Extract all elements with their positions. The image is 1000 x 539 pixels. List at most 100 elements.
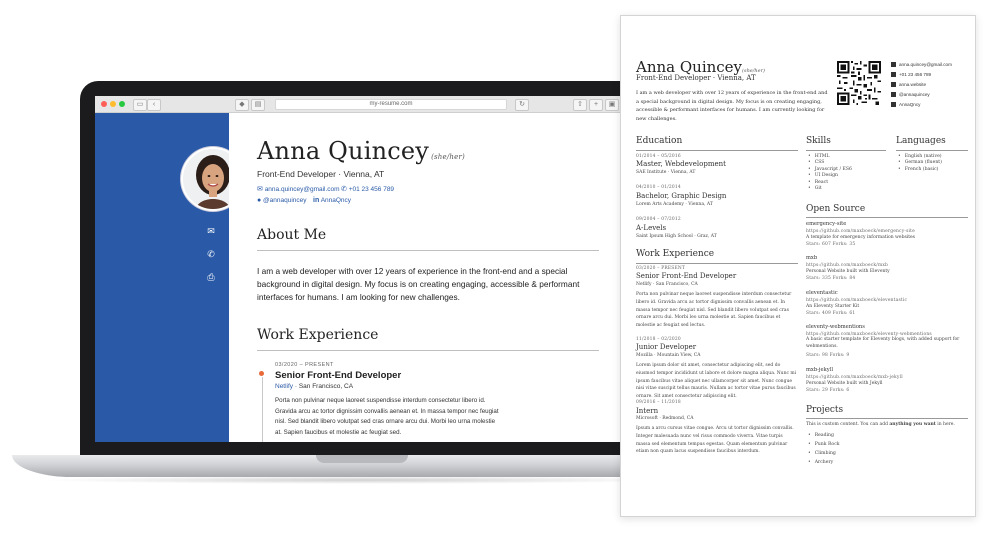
skills-list: HTML CSS Javascript / ES6 UI Design Reac… <box>808 154 852 192</box>
projects-heading: Projects <box>806 405 844 415</box>
list-item: French (basic) <box>898 167 942 173</box>
repo-name: mxb <box>806 255 818 261</box>
contact-text: AnnaQncy <box>899 102 921 107</box>
education-date: 01/2014 – 05/2016 <box>636 154 681 159</box>
repo-name: emergency-site <box>806 221 847 227</box>
mail-icon: ✉ <box>257 186 263 193</box>
divider <box>636 150 798 151</box>
resume-role: Front-End Developer · Vienna, AT <box>636 74 756 82</box>
education-date: 09/2004 – 07/2012 <box>636 217 681 222</box>
new-tab-icon[interactable]: + <box>589 99 603 111</box>
education-place: Lorem Arts Academy · Vienna, AT <box>636 202 713 207</box>
phone-icon <box>891 72 896 78</box>
contact-text: anna.quincey@gmail.com <box>899 62 952 67</box>
about-heading: About Me <box>257 227 327 243</box>
repo-description: A template for emergency information web… <box>806 235 915 240</box>
qr-code <box>837 61 881 105</box>
mail-icon <box>891 62 896 68</box>
address-bar[interactable]: my-resume.com <box>275 99 507 110</box>
contact-github: @annaquincey <box>891 92 930 98</box>
intro-emphasis: anything you want <box>889 422 936 427</box>
projects-list: Reading Punk Rock Climbing Archery <box>808 431 840 467</box>
contact-website: anna.website <box>891 82 927 88</box>
divider <box>257 250 599 251</box>
tab-overview-icon[interactable]: ▤ <box>251 99 265 111</box>
list-item: German (fluent) <box>898 160 942 166</box>
name-text: Anna Quincey <box>257 137 430 165</box>
back-button[interactable]: ‹ <box>147 99 161 111</box>
contact-phone: +01 23 456 789 <box>891 72 931 78</box>
job-company: Netlify · San Francisco, CA <box>275 383 353 390</box>
work-heading: Work Experience <box>636 249 715 259</box>
education-heading: Education <box>636 136 683 146</box>
list-item: Git <box>808 186 852 192</box>
phone-icon[interactable]: ✆ <box>206 249 216 259</box>
email-link[interactable]: ✉ anna.quincey@gmail.com <box>257 185 340 193</box>
repo-stats: Stars: 98 Forks: 9 <box>806 353 850 358</box>
repo-description: Personal Website built with Eleventy <box>806 269 890 274</box>
list-item: Archery <box>808 458 840 467</box>
linkedin-icon: in <box>313 197 320 204</box>
repo-url: https://github.com/maxboeck/eleventastic <box>806 298 908 303</box>
company-link[interactable]: Netlify <box>275 383 293 390</box>
work-place: Microsoft · Redmond, CA <box>636 416 694 421</box>
contact-linkedin: AnnaQncy <box>891 102 921 108</box>
opensource-heading: Open Source <box>806 204 866 214</box>
github-icon: ● <box>257 197 262 204</box>
divider <box>896 150 968 151</box>
repo-stats: Stars: 335 Forks: 84 <box>806 276 856 281</box>
divider <box>806 418 968 419</box>
repo-stats: Stars: 607 Forks: 35 <box>806 242 856 247</box>
shield-icon[interactable]: ◆ <box>235 99 249 111</box>
work-description: Ipsum a arcu cursus vitae congue. Arcu u… <box>636 426 794 455</box>
mail-icon[interactable]: ✉ <box>206 226 216 236</box>
projects-intro: This is custom content. You can add anyt… <box>806 422 955 427</box>
languages-list: English (native) German (fluent) French … <box>898 154 942 173</box>
work-place: Mozilla · Mountain View, CA <box>636 353 701 358</box>
sidebar-toggle-button[interactable]: ▭ <box>133 99 147 111</box>
site-sidebar: ✉ ✆ ⎙ <box>95 113 245 442</box>
work-title: Junior Developer <box>636 343 697 351</box>
contact-email: anna.quincey@gmail.com <box>891 62 952 68</box>
share-icon[interactable]: ⇧ <box>573 99 587 111</box>
contact-text: anna.website <box>899 82 927 87</box>
job-location: · San Francisco, CA <box>294 383 354 390</box>
print-icon[interactable]: ⎙ <box>206 272 216 282</box>
repo-description: A basic starter template for Eleventy bl… <box>806 337 960 349</box>
tabs-icon[interactable]: ▣ <box>605 99 619 111</box>
divider <box>806 150 886 151</box>
laptop-shadow <box>40 476 680 484</box>
work-description: Lorem ipsum dolor sit amet, consectetur … <box>636 363 797 400</box>
close-window-icon[interactable] <box>101 101 107 107</box>
timeline-marker <box>259 371 264 376</box>
about-text: I am a web developer with over 12 years … <box>257 266 580 302</box>
job-description: Porta non pulvinar neque laoreet suspend… <box>275 397 499 436</box>
list-item: Punk Rock <box>808 440 840 449</box>
github-text: @annaquincey <box>263 197 307 204</box>
timeline-line <box>262 377 263 442</box>
repo-description: Personal Website built with Jekyll <box>806 381 883 386</box>
reload-icon[interactable]: ↻ <box>515 99 529 111</box>
repo-url: https://github.com/maxboeck/emergency-si… <box>806 229 915 234</box>
github-link[interactable]: ● @annaquincey <box>257 197 307 204</box>
contact-text: @annaquincey <box>899 92 930 97</box>
divider <box>636 263 798 264</box>
linkedin-text: AnnaQncy <box>320 197 352 204</box>
repo-stats: Stars: 29 Forks: 6 <box>806 388 850 393</box>
education-date: 04/2010 – 01/2014 <box>636 185 681 190</box>
page-title: Anna Quincey (she/her) <box>257 137 465 165</box>
job-date: 03/2020 – PRESENT <box>275 362 334 368</box>
repo-url: https://github.com/maxboeck/mxb-jekyll <box>806 375 903 380</box>
phone-icon: ✆ <box>341 186 347 193</box>
minimize-window-icon[interactable] <box>110 101 116 107</box>
phone-link[interactable]: ✆ +01 23 456 789 <box>341 185 394 193</box>
browser-toolbar: ▭ ‹ ◆ ▤ my-resume.com ↻ ⇧ + ▣ <box>95 96 625 113</box>
maximize-window-icon[interactable] <box>119 101 125 107</box>
work-title: Senior Front-End Developer <box>636 272 737 280</box>
education-title: Master, Webdevelopment <box>636 160 726 168</box>
work-date: 09/2016 – 11/2018 <box>636 400 681 405</box>
work-description: Porta non pulvinar neque laoreet suspend… <box>636 292 792 329</box>
repo-name: mxb-jekyll <box>806 367 833 373</box>
laptop-notch <box>316 455 408 463</box>
linkedin-link[interactable]: in AnnaQncy <box>313 197 351 204</box>
